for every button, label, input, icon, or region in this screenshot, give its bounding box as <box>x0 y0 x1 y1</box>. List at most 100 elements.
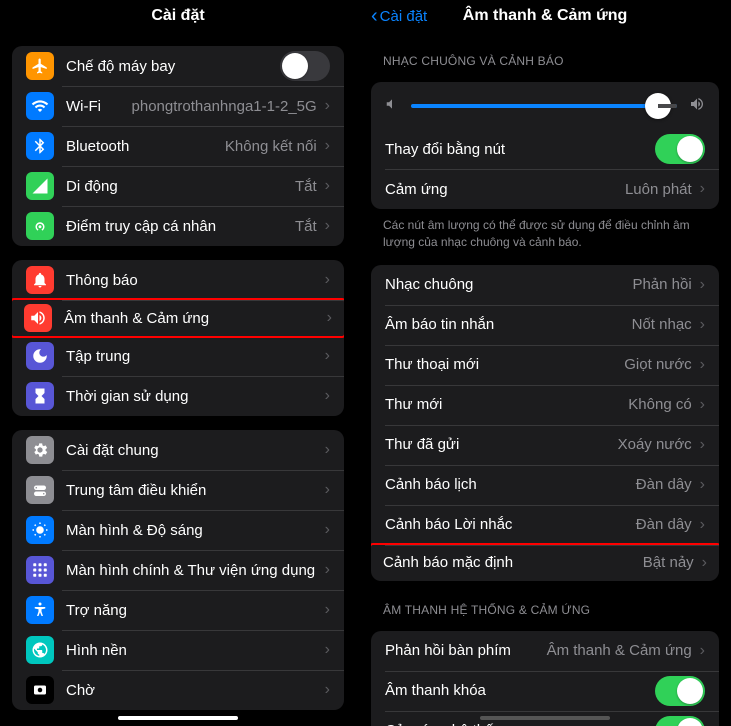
chevron-right-icon: › <box>700 516 705 534</box>
settings-row[interactable]: Thay đổi bằng nút <box>371 129 719 169</box>
toggle-switch[interactable] <box>655 676 705 706</box>
settings-row[interactable]: Thư mới Không có › <box>371 385 719 425</box>
settings-row[interactable]: Nhạc chuôngPhản hồi› <box>371 265 719 305</box>
row-label: Phản hồi bàn phím <box>385 642 539 659</box>
settings-row[interactable]: Màn hình chính & Thư viện ứng dụng › <box>12 550 344 590</box>
accessibility-icon <box>26 596 54 624</box>
chevron-right-icon: › <box>325 681 330 699</box>
chevron-right-icon: › <box>325 561 330 579</box>
toggle-switch[interactable] <box>655 716 705 726</box>
settings-row[interactable]: Thư thoại mớiGiọt nước› <box>371 345 719 385</box>
page-title: Âm thanh & Cảm ứng <box>463 7 627 25</box>
row-value: Nốt nhạc <box>632 316 692 333</box>
row-value: Bật nảy <box>643 554 694 571</box>
row-value: Không kết nối <box>225 138 317 155</box>
settings-row[interactable]: Trung tâm điều khiển› <box>12 470 344 510</box>
ringer-group: Thay đổi bằng nútCảm ứngLuôn phát› <box>371 82 719 209</box>
settings-row[interactable]: Chờ › <box>12 670 344 710</box>
settings-row[interactable]: Wi-Fi phongtrothanhnga1-1-2_5G › <box>12 86 344 126</box>
settings-row[interactable]: Màn hình & Độ sáng › <box>12 510 344 550</box>
airplane-icon <box>26 52 54 80</box>
hourglass-icon <box>26 382 54 410</box>
section-header: NHẠC CHUÔNG VÀ CẢNH BÁO <box>383 54 707 68</box>
connectivity-group: Chế độ máy bay Wi-Fi phongtrothanhnga1-1-2… <box>12 46 344 246</box>
row-label: Cài đặt chung <box>66 442 317 459</box>
speaker-high-icon <box>689 96 705 115</box>
chevron-right-icon: › <box>327 309 332 327</box>
slider-thumb[interactable] <box>645 93 671 119</box>
sound-icon <box>24 304 52 332</box>
settings-row[interactable]: Cảnh báo lịchĐàn dây› <box>371 465 719 505</box>
settings-row[interactable]: Âm thanh khóa <box>371 671 719 711</box>
settings-row[interactable]: Thời gian sử dụng› <box>12 376 344 416</box>
toggle-switch[interactable] <box>280 51 330 81</box>
back-button[interactable]: ‹ Cài đặt <box>371 6 427 26</box>
home-indicator[interactable] <box>480 716 610 720</box>
back-label: Cài đặt <box>380 8 428 25</box>
settings-row[interactable]: Âm báo tin nhắnNốt nhạc› <box>371 305 719 345</box>
row-label: Màn hình & Độ sáng <box>66 522 317 539</box>
row-label: Trợ năng <box>66 602 317 619</box>
chevron-right-icon: › <box>700 642 705 660</box>
standby-icon <box>26 676 54 704</box>
settings-row[interactable]: Thư đã gửiXoáy nước› <box>371 425 719 465</box>
toggle-switch[interactable] <box>655 134 705 164</box>
home-indicator[interactable] <box>118 716 238 720</box>
settings-row[interactable]: Tập trung› <box>12 336 344 376</box>
settings-row[interactable]: Điểm truy cập cá nhânTắt› <box>12 206 344 246</box>
switches-icon <box>26 476 54 504</box>
row-value: phongtrothanhnga1-1-2_5G <box>132 98 317 115</box>
row-value: Âm thanh & Cảm ứng <box>547 642 692 659</box>
system-sounds-group: Phản hồi bàn phím Âm thanh & Cảm ứng › Âm t… <box>371 631 719 726</box>
settings-row[interactable]: Chế độ máy bay <box>12 46 344 86</box>
row-label: Cảnh báo lịch <box>385 476 628 493</box>
chevron-right-icon: › <box>325 137 330 155</box>
gear-icon <box>26 436 54 464</box>
row-label: Điểm truy cập cá nhân <box>66 218 287 235</box>
chevron-right-icon: › <box>325 601 330 619</box>
settings-row[interactable]: Thông báo › <box>12 260 344 300</box>
chevron-right-icon: › <box>325 97 330 115</box>
volume-slider-row <box>371 82 719 129</box>
settings-row[interactable]: Âm thanh & Cảm ứng › <box>12 298 344 338</box>
chevron-right-icon: › <box>700 476 705 494</box>
cellular-icon <box>26 172 54 200</box>
chevron-right-icon: › <box>325 521 330 539</box>
settings-row[interactable]: Cảnh báo mặc địnhBật nảy› <box>371 543 719 581</box>
hotspot-icon <box>26 212 54 240</box>
row-label: Thư mới <box>385 396 620 413</box>
chevron-right-icon: › <box>700 356 705 374</box>
volume-slider[interactable] <box>411 104 677 108</box>
chevron-right-icon: › <box>325 481 330 499</box>
row-label: Thư thoại mới <box>385 356 616 373</box>
header: Cài đặt <box>0 0 356 32</box>
settings-row[interactable]: Cài đặt chung › <box>12 430 344 470</box>
chevron-right-icon: › <box>700 396 705 414</box>
settings-row[interactable]: Cảnh báo Lời nhắcĐàn dây› <box>371 505 719 545</box>
settings-row[interactable]: Trợ năng › <box>12 590 344 630</box>
chevron-right-icon: › <box>325 271 330 289</box>
settings-row[interactable]: BluetoothKhông kết nối› <box>12 126 344 166</box>
row-label: Wi-Fi <box>66 98 124 115</box>
row-label: Nhạc chuông <box>385 276 624 293</box>
row-label: Tập trung <box>66 348 317 365</box>
row-label: Chờ <box>66 682 317 699</box>
chevron-right-icon: › <box>325 177 330 195</box>
chevron-right-icon: › <box>325 441 330 459</box>
settings-row[interactable]: Cảm ứngLuôn phát› <box>371 169 719 209</box>
row-value: Luôn phát <box>625 181 692 198</box>
grid-icon <box>26 556 54 584</box>
settings-row[interactable]: Hình nền› <box>12 630 344 670</box>
bluetooth-icon <box>26 132 54 160</box>
wallpaper-icon <box>26 636 54 664</box>
general-group: Cài đặt chung›Trung tâm điều khiển›Màn h… <box>12 430 344 710</box>
row-label: Âm thanh & Cảm ứng <box>64 310 319 327</box>
row-value: Không có <box>628 396 691 413</box>
chevron-right-icon: › <box>325 641 330 659</box>
settings-row[interactable]: Phản hồi bàn phím Âm thanh & Cảm ứng › <box>371 631 719 671</box>
row-label: Âm thanh khóa <box>385 682 655 699</box>
row-label: Thông báo <box>66 272 317 289</box>
settings-row[interactable]: Di độngTắt› <box>12 166 344 206</box>
row-label: Màn hình chính & Thư viện ứng dụng <box>66 562 317 579</box>
section-header: ÂM THANH HỆ THỐNG & CẢM ỨNG <box>383 603 707 617</box>
